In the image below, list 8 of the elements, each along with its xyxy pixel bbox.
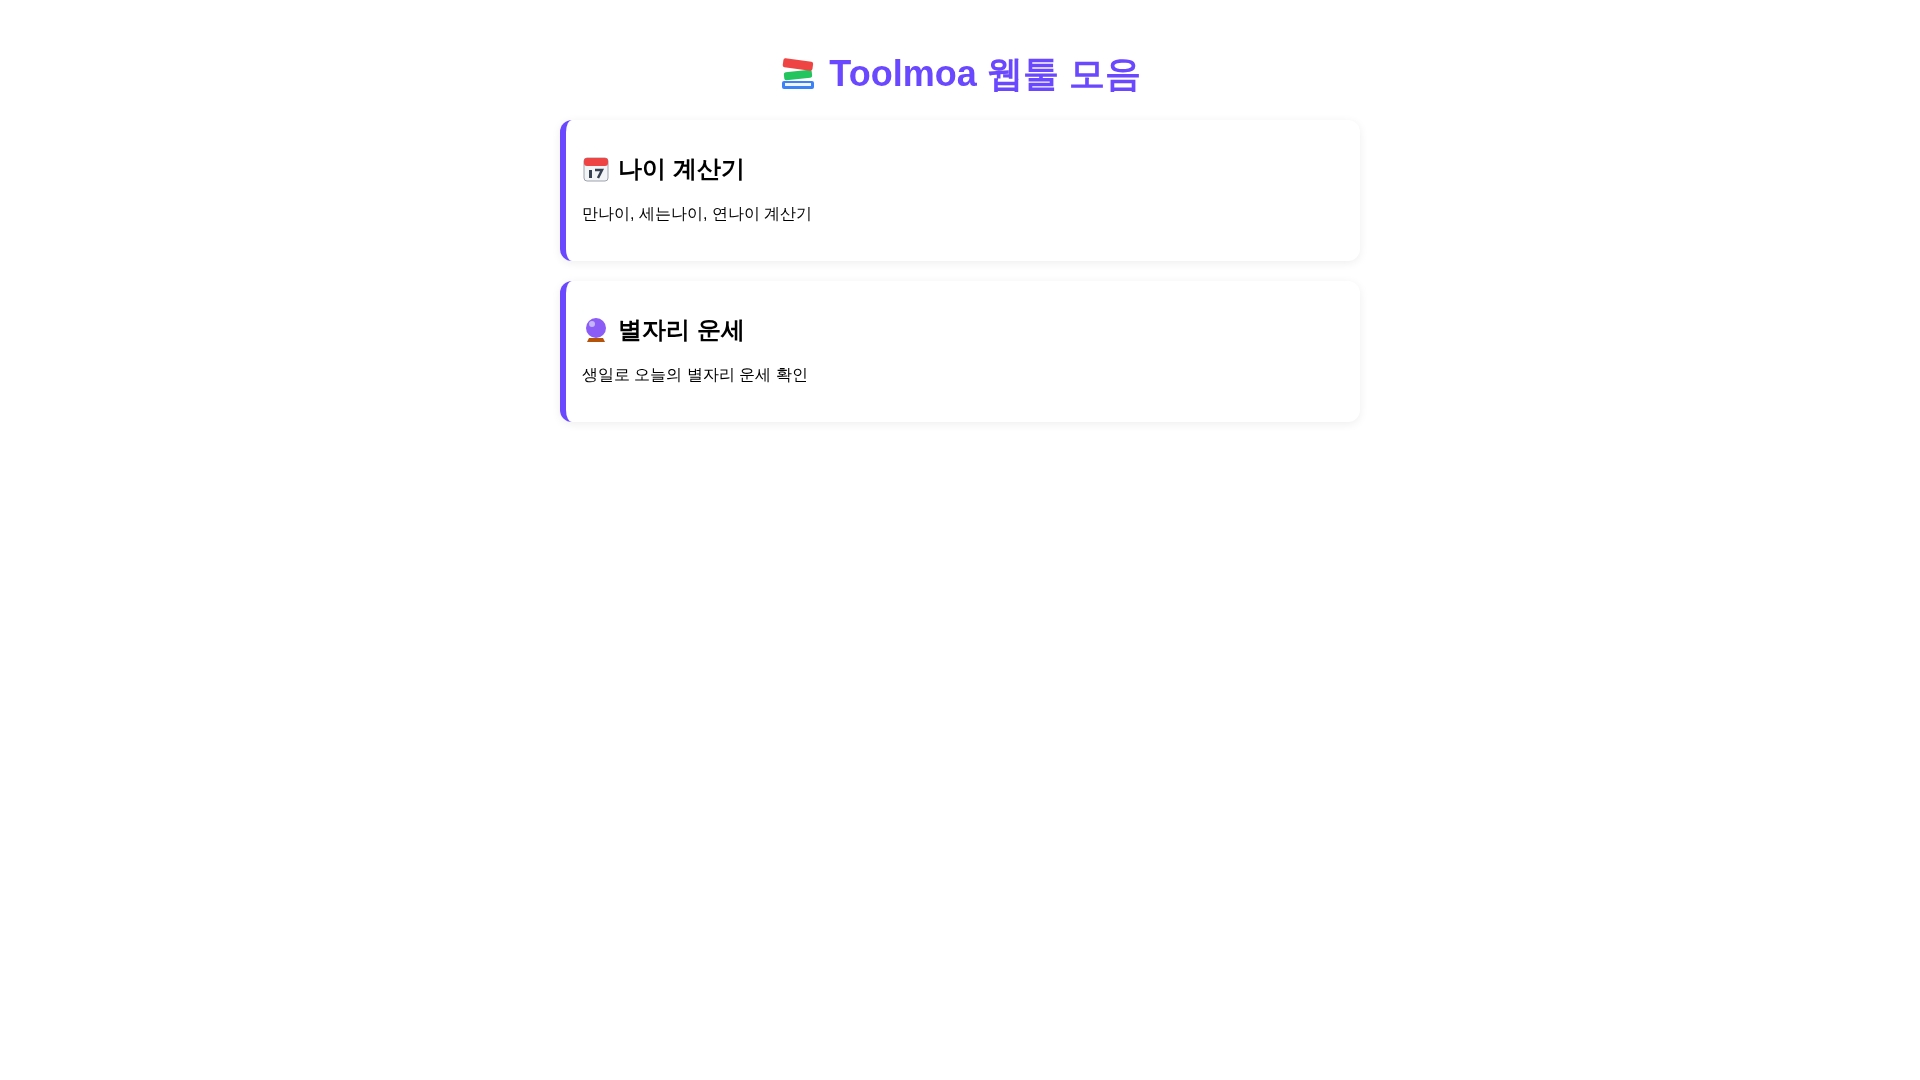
tool-card[interactable]: 나이 계산기 만나이, 세는나이, 연나이 계산기	[560, 120, 1360, 261]
page-title: Toolmoa 웹툴 모음	[829, 52, 1141, 96]
card-title: 별자리 운세	[618, 315, 745, 345]
card-description: 만나이, 세는나이, 연나이 계산기	[582, 204, 814, 224]
calendar-icon	[582, 155, 610, 183]
tool-card[interactable]: 별자리 운세 생일로 오늘의 별자리 운세 확인	[560, 281, 1360, 422]
card-description: 생일로 오늘의 별자리 운세 확인	[582, 365, 809, 385]
card-title: 나이 계산기	[618, 154, 745, 184]
